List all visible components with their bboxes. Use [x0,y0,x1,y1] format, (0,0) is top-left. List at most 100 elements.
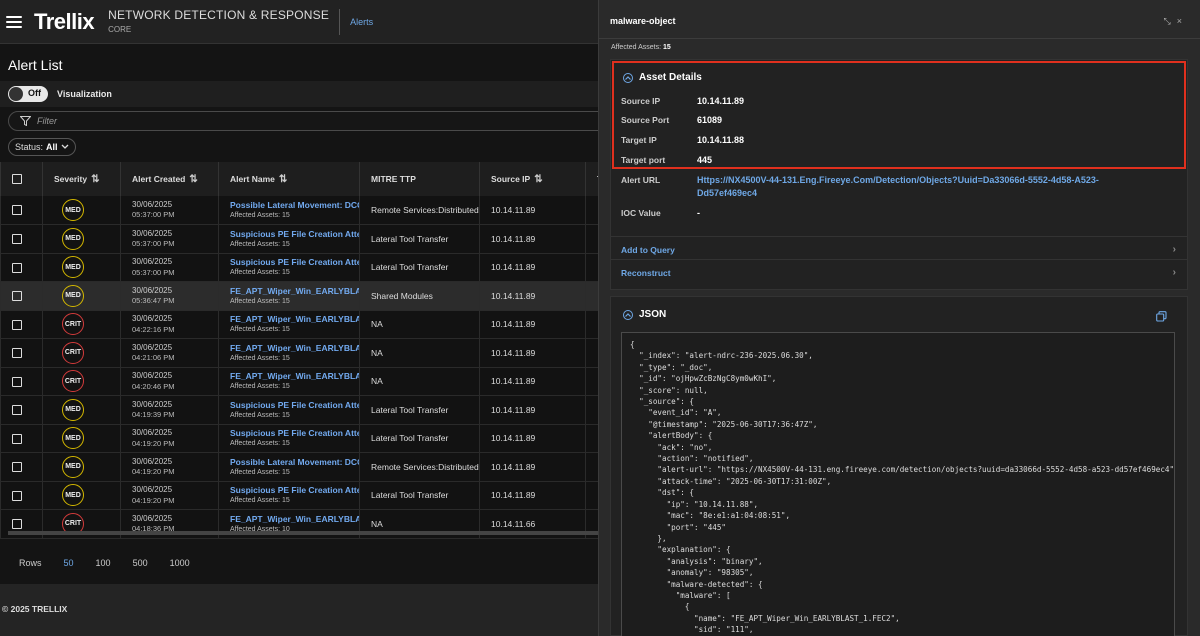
trellix-logo[interactable]: Trellix [34,9,95,35]
alert-name-link[interactable]: FE_APT_Wiper_Win_EARLYBLAST [230,314,360,325]
row-checkbox[interactable] [12,319,22,330]
row-checkbox[interactable] [12,205,22,216]
row-select-cell[interactable] [0,253,43,282]
close-icon[interactable]: × [1177,16,1188,26]
alert-name-link[interactable]: FE_APT_Wiper_Win_EARLYBLAST [230,514,360,525]
alert-name-cell[interactable]: Suspicious PE File Creation AttemptAffec… [218,481,360,510]
json-header[interactable]: JSON [623,309,666,320]
row-select-cell[interactable] [0,224,43,254]
mitre-ttp-cell: Remote Services:Distributed [359,452,480,482]
row-select-cell[interactable] [0,310,43,339]
alert-name-cell[interactable]: Suspicious PE File Creation AttemptAffec… [218,224,360,254]
column-header-mitre-ttp[interactable]: MITRE TTP [359,162,480,196]
column-header-source-ip[interactable]: Source IP ⇅ [479,162,586,196]
alert-name-cell[interactable]: Suspicious PE File Creation AttemptAffec… [218,253,360,282]
chevron-up-icon[interactable] [623,72,633,83]
table-row[interactable]: MED 30/06/2025 05:36:47 PM FE_APT_Wiper_Win… [0,281,599,311]
row-select-cell[interactable] [0,196,43,225]
alert-name-cell[interactable]: Suspicious PE File Creation AttemptAffec… [218,395,360,425]
select-all-checkbox[interactable] [12,174,22,185]
sort-icon[interactable]: ⇅ [189,174,197,185]
severity-cell: MED [42,281,121,311]
alert-name-link[interactable]: Possible Lateral Movement: DCOM [230,200,360,211]
breadcrumb-alerts[interactable]: Alerts [350,17,373,27]
alert-name-cell[interactable]: Possible Lateral Movement: DCOM Affected … [218,452,360,482]
row-checkbox[interactable] [12,462,22,473]
table-row[interactable]: CRIT 30/06/2025 04:21:06 PM FE_APT_Wiper_Wi… [0,338,599,368]
copy-icon[interactable] [1156,311,1167,322]
alert-name-link[interactable]: Suspicious PE File Creation Attempt [230,229,360,240]
rows-option-1000[interactable]: 1000 [170,558,190,568]
horizontal-scrollbar[interactable] [8,531,598,535]
mitre-ttp-cell: Shared Modules [359,281,480,311]
row-select-cell[interactable] [0,424,43,453]
row-checkbox[interactable] [12,519,22,530]
row-select-cell[interactable] [0,395,43,425]
truncated-cell [585,224,599,254]
column-header-severity[interactable]: Severity ⇅ [42,162,121,196]
sort-icon[interactable]: ⇅ [279,174,287,185]
collapse-icon[interactable]: ⤡ [1164,16,1177,26]
severity-badge: CRIT [62,341,84,364]
alert-name-cell[interactable]: FE_APT_Wiper_Win_EARLYBLAST Affected Asse… [218,338,360,368]
alert-name-link[interactable]: FE_APT_Wiper_Win_EARLYBLAST [230,286,360,297]
sort-icon[interactable]: ⇅ [91,174,99,185]
row-checkbox[interactable] [12,490,22,501]
table-row[interactable]: CRIT 30/06/2025 04:22:16 PM FE_APT_Wiper_Wi… [0,310,599,339]
rows-option-50[interactable]: 50 [64,558,74,568]
table-row[interactable]: MED 30/06/2025 05:37:00 PM Suspicious PE Fi… [0,224,599,254]
table-row[interactable]: CRIT 30/06/2025 04:20:46 PM FE_APT_Wiper_Wi… [0,367,599,396]
table-row[interactable]: MED 30/06/2025 05:37:00 PM Possible Lateral… [0,196,599,225]
table-row[interactable]: MED 30/06/2025 04:19:20 PM Suspicious PE Fi… [0,424,599,453]
row-select-cell[interactable] [0,281,43,311]
alert-name-link[interactable]: FE_APT_Wiper_Win_EARLYBLAST [230,343,360,354]
row-checkbox[interactable] [12,405,22,416]
column-header-truncated[interactable]: T [585,162,599,196]
select-all-header[interactable] [0,162,43,196]
alert-name-cell[interactable]: Suspicious PE File Creation AttemptAffec… [218,424,360,453]
alert-name-cell[interactable]: FE_APT_Wiper_Win_EARLYBLAST Affected Asse… [218,281,360,311]
asset-details-header[interactable]: Asset Details [623,72,702,83]
alert-name-cell[interactable]: FE_APT_Wiper_Win_EARLYBLAST Affected Asse… [218,367,360,396]
rows-option-100[interactable]: 100 [96,558,111,568]
menu-icon[interactable] [6,15,22,28]
alert-name-link[interactable]: Suspicious PE File Creation Attempt [230,400,360,411]
row-checkbox[interactable] [12,262,22,273]
chevron-up-icon[interactable] [623,309,633,320]
table-row[interactable]: MED 30/06/2025 04:19:39 PM Suspicious PE Fi… [0,395,599,425]
severity-badge: MED [62,484,84,507]
row-select-cell[interactable] [0,452,43,482]
status-dropdown[interactable]: Status: All [8,138,76,156]
column-header-alert-created[interactable]: Alert Created ⇅ [120,162,219,196]
json-viewer[interactable]: { "_index": "alert-ndrc-236-2025.06.30",… [621,332,1175,636]
alert-date: 30/06/2025 [132,314,173,324]
add-to-query-link[interactable]: Add to Query › [621,244,1176,255]
filter-input[interactable]: Filter [8,111,608,131]
row-checkbox[interactable] [12,376,22,387]
table-row[interactable]: MED 30/06/2025 05:37:00 PM Suspicious PE Fi… [0,253,599,282]
row-checkbox[interactable] [12,234,22,245]
alert-name-cell[interactable]: Possible Lateral Movement: DCOM Affected … [218,196,360,225]
column-header-alert-name[interactable]: Alert Name ⇅ [218,162,360,196]
alert-name-link[interactable]: Suspicious PE File Creation Attempt [230,485,360,496]
row-checkbox[interactable] [12,348,22,359]
row-select-cell[interactable] [0,367,43,396]
row-checkbox[interactable] [12,291,22,302]
alert-created-cell: 30/06/2025 04:21:06 PM [120,338,219,368]
table-row[interactable]: MED 30/06/2025 04:19:20 PM Suspicious PE Fi… [0,481,599,510]
alert-name-link[interactable]: Suspicious PE File Creation Attempt [230,257,360,268]
alert-url-link[interactable]: Https://NX4500V-44-131.Eng.Fireeye.Com/D… [697,174,1157,200]
source-ip-cell: 10.14.11.89 [479,338,586,368]
alert-name-link[interactable]: FE_APT_Wiper_Win_EARLYBLAST [230,371,360,382]
alert-name-cell[interactable]: FE_APT_Wiper_Win_EARLYBLAST Affected Asse… [218,310,360,339]
row-select-cell[interactable] [0,338,43,368]
row-select-cell[interactable] [0,481,43,510]
visualization-toggle[interactable]: Off [8,86,48,102]
table-row[interactable]: MED 30/06/2025 04:19:20 PM Possible Lateral… [0,452,599,482]
alert-name-link[interactable]: Possible Lateral Movement: DCOM [230,457,360,468]
row-checkbox[interactable] [12,433,22,444]
alert-name-link[interactable]: Suspicious PE File Creation Attempt [230,428,360,439]
reconstruct-link[interactable]: Reconstruct › [621,267,1176,278]
sort-icon[interactable]: ⇅ [534,174,542,185]
rows-option-500[interactable]: 500 [133,558,148,568]
